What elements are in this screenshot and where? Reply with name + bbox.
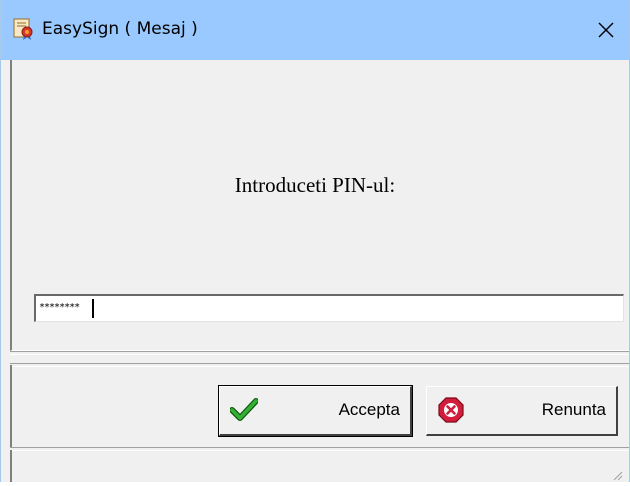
close-icon bbox=[598, 22, 614, 38]
cancel-button[interactable]: Renunta bbox=[426, 386, 618, 436]
cancel-button-label: Renunta bbox=[541, 400, 606, 419]
title-bar[interactable]: EasySign ( Mesaj ) bbox=[1, 0, 629, 60]
checkmark-icon bbox=[229, 397, 259, 423]
pin-input[interactable]: ******** bbox=[34, 294, 624, 322]
window-title: EasySign ( Mesaj ) bbox=[42, 19, 198, 39]
cancel-icon bbox=[437, 397, 465, 423]
certificate-icon bbox=[12, 18, 34, 40]
accept-button-label: Accepta bbox=[338, 400, 400, 419]
divider bbox=[10, 351, 629, 355]
close-button[interactable] bbox=[583, 0, 629, 60]
text-caret bbox=[92, 299, 94, 318]
status-strip bbox=[10, 450, 12, 482]
pin-masked-value: ******** bbox=[39, 302, 80, 313]
divider bbox=[10, 447, 629, 451]
resize-grip-icon[interactable] bbox=[613, 468, 623, 481]
accept-button[interactable]: Accepta bbox=[218, 385, 413, 437]
pin-prompt-label: Introduceti PIN-ul: bbox=[234, 173, 396, 197]
dialog-window: EasySign ( Mesaj ) Introduceti PIN-ul: *… bbox=[0, 0, 630, 482]
